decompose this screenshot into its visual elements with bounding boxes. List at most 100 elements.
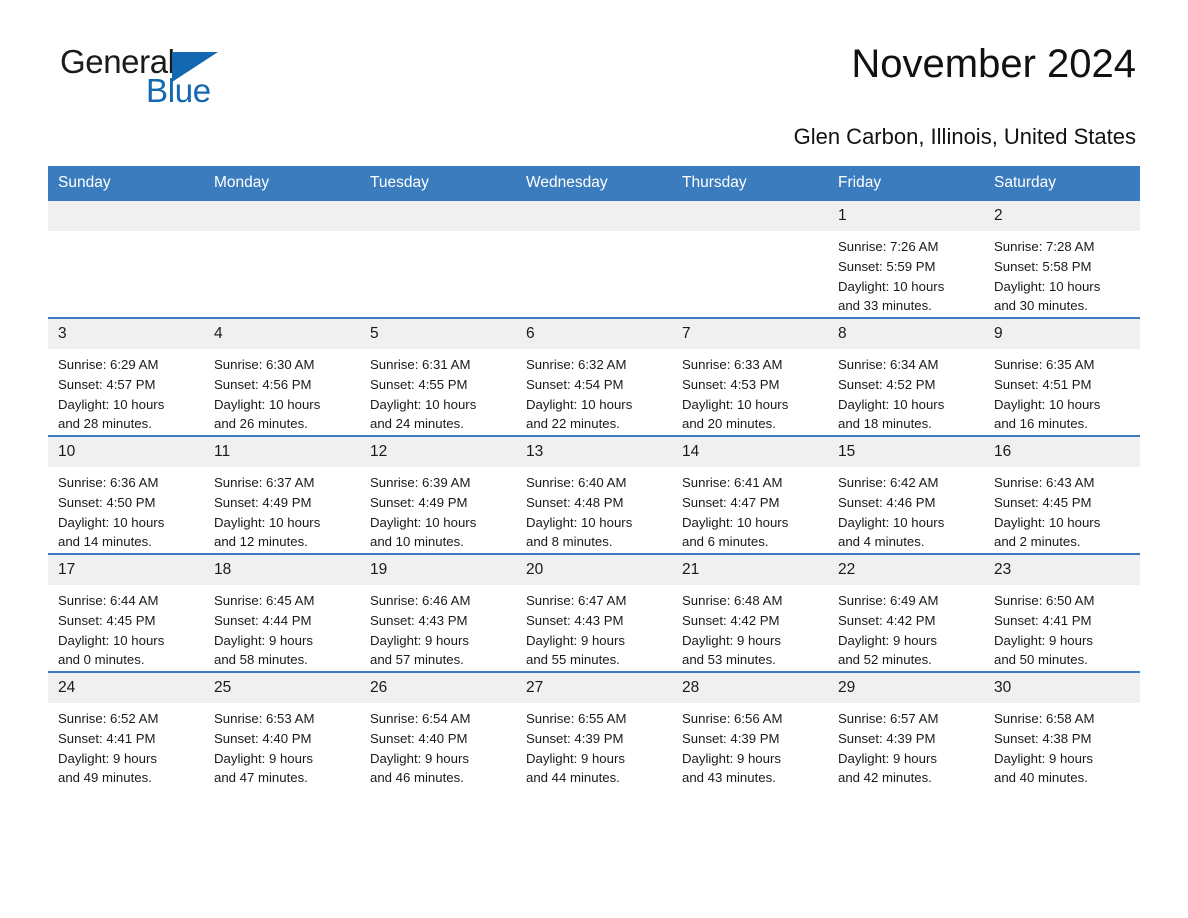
sunset-text: Sunset: 5:58 PM [994,258,1092,274]
day-number: 25 [204,673,360,703]
daylight-text-line2: and 47 minutes. [214,770,308,786]
calendar-day-cell[interactable]: 21 Sunrise: 6:48 AM Sunset: 4:42 PM Dayligh… [672,553,828,672]
calendar-week-row: 3 Sunrise: 6:29 AM Sunset: 4:57 PM Daylight… [48,317,1140,436]
day-number: 17 [48,555,204,585]
daylight-text-line1: Daylight: 10 hours [58,632,165,648]
day-details: Sunrise: 6:58 AM Sunset: 4:38 PM Daylight:… [984,703,1140,788]
sunrise-text: Sunrise: 6:33 AM [682,357,783,372]
calendar-day-cell[interactable]: 30 Sunrise: 6:58 AM Sunset: 4:38 PM Dayligh… [984,671,1140,789]
calendar-day-cell[interactable]: 17 Sunrise: 6:44 AM Sunset: 4:45 PM Dayligh… [48,553,204,672]
day-details: Sunrise: 6:49 AM Sunset: 4:42 PM Daylight:… [828,585,984,670]
weekday-header-thursday: Thursday [672,166,828,201]
daylight-text-line2: and 33 minutes. [838,298,932,314]
day-details: Sunrise: 6:46 AM Sunset: 4:43 PM Daylight:… [360,585,516,670]
sunrise-text: Sunrise: 6:55 AM [526,711,627,726]
sunrise-text: Sunrise: 6:44 AM [58,593,159,608]
sunset-text: Sunset: 4:53 PM [682,376,780,392]
day-number [48,201,204,231]
daylight-text-line1: Daylight: 9 hours [58,750,157,766]
sunset-text: Sunset: 4:55 PM [370,376,468,392]
general-blue-logo[interactable]: General Blue [60,42,330,114]
calendar-week-row: 24 Sunrise: 6:52 AM Sunset: 4:41 PM Dayligh… [48,671,1140,789]
day-details: Sunrise: 6:35 AM Sunset: 4:51 PM Daylight:… [984,349,1140,434]
day-number: 14 [672,437,828,467]
day-number: 26 [360,673,516,703]
calendar-day-cell[interactable]: 16 Sunrise: 6:43 AM Sunset: 4:45 PM Dayligh… [984,435,1140,554]
daylight-text-line1: Daylight: 9 hours [214,632,313,648]
daylight-text-line1: Daylight: 9 hours [994,632,1093,648]
daylight-text-line1: Daylight: 9 hours [838,632,937,648]
day-number [360,201,516,231]
calendar-day-cell[interactable]: 7 Sunrise: 6:33 AM Sunset: 4:53 PM Daylight… [672,317,828,436]
sunrise-text: Sunrise: 6:52 AM [58,711,159,726]
day-details: Sunrise: 6:33 AM Sunset: 4:53 PM Daylight:… [672,349,828,434]
sunset-text: Sunset: 4:40 PM [214,730,312,746]
daylight-text-line1: Daylight: 9 hours [526,750,625,766]
daylight-text-line1: Daylight: 10 hours [214,396,321,412]
calendar-day-cell[interactable]: 9 Sunrise: 6:35 AM Sunset: 4:51 PM Daylight… [984,317,1140,436]
sunrise-text: Sunrise: 6:43 AM [994,475,1095,490]
sunrise-text: Sunrise: 7:28 AM [994,239,1095,254]
sunset-text: Sunset: 4:51 PM [994,376,1092,392]
day-number: 21 [672,555,828,585]
calendar-day-cell[interactable]: 5 Sunrise: 6:31 AM Sunset: 4:55 PM Daylight… [360,317,516,436]
calendar-day-cell[interactable]: 19 Sunrise: 6:46 AM Sunset: 4:43 PM Dayligh… [360,553,516,672]
calendar-day-cell[interactable]: 15 Sunrise: 6:42 AM Sunset: 4:46 PM Dayligh… [828,435,984,554]
calendar-day-cell[interactable]: 1 Sunrise: 7:26 AM Sunset: 5:59 PM Daylight… [828,201,984,318]
calendar-day-cell[interactable]: 18 Sunrise: 6:45 AM Sunset: 4:44 PM Dayligh… [204,553,360,672]
sunset-text: Sunset: 4:48 PM [526,494,624,510]
sunset-text: Sunset: 4:39 PM [526,730,624,746]
calendar-day-cell[interactable]: 20 Sunrise: 6:47 AM Sunset: 4:43 PM Dayligh… [516,553,672,672]
day-number: 19 [360,555,516,585]
daylight-text-line2: and 10 minutes. [370,534,464,550]
calendar-day-cell[interactable]: 12 Sunrise: 6:39 AM Sunset: 4:49 PM Dayligh… [360,435,516,554]
day-number: 3 [48,319,204,349]
sunset-text: Sunset: 4:54 PM [526,376,624,392]
calendar-day-cell[interactable]: 26 Sunrise: 6:54 AM Sunset: 4:40 PM Dayligh… [360,671,516,789]
daylight-text-line2: and 24 minutes. [370,416,464,432]
daylight-text-line1: Daylight: 9 hours [214,750,313,766]
daylight-text-line2: and 2 minutes. [994,534,1081,550]
sunset-text: Sunset: 4:57 PM [58,376,156,392]
daylight-text-line2: and 4 minutes. [838,534,925,550]
sunrise-text: Sunrise: 6:54 AM [370,711,471,726]
sunset-text: Sunset: 4:45 PM [994,494,1092,510]
daylight-text-line2: and 52 minutes. [838,652,932,668]
calendar-day-cell[interactable]: 23 Sunrise: 6:50 AM Sunset: 4:41 PM Dayligh… [984,553,1140,672]
calendar-day-cell[interactable]: 25 Sunrise: 6:53 AM Sunset: 4:40 PM Dayligh… [204,671,360,789]
calendar-day-cell[interactable]: 24 Sunrise: 6:52 AM Sunset: 4:41 PM Dayligh… [48,671,204,789]
sunset-text: Sunset: 4:52 PM [838,376,936,392]
calendar-day-cell[interactable]: 28 Sunrise: 6:56 AM Sunset: 4:39 PM Dayligh… [672,671,828,789]
calendar-day-cell[interactable]: 4 Sunrise: 6:30 AM Sunset: 4:56 PM Daylight… [204,317,360,436]
calendar-day-cell[interactable]: 29 Sunrise: 6:57 AM Sunset: 4:39 PM Dayligh… [828,671,984,789]
daylight-text-line1: Daylight: 10 hours [58,514,165,530]
calendar-day-cell[interactable]: 2 Sunrise: 7:28 AM Sunset: 5:58 PM Daylight… [984,201,1140,318]
day-number: 22 [828,555,984,585]
daylight-text-line1: Daylight: 9 hours [370,632,469,648]
daylight-text-line2: and 55 minutes. [526,652,620,668]
calendar-day-cell[interactable]: 8 Sunrise: 6:34 AM Sunset: 4:52 PM Daylight… [828,317,984,436]
day-number: 4 [204,319,360,349]
calendar-day-cell[interactable]: 22 Sunrise: 6:49 AM Sunset: 4:42 PM Dayligh… [828,553,984,672]
calendar-day-cell[interactable]: 3 Sunrise: 6:29 AM Sunset: 4:57 PM Daylight… [48,317,204,436]
day-number: 27 [516,673,672,703]
calendar-day-cell[interactable]: 10 Sunrise: 6:36 AM Sunset: 4:50 PM Dayligh… [48,435,204,554]
day-number: 24 [48,673,204,703]
sunrise-text: Sunrise: 6:31 AM [370,357,471,372]
calendar-cell-empty [48,201,204,318]
daylight-text-line1: Daylight: 10 hours [214,514,321,530]
calendar-day-cell[interactable]: 27 Sunrise: 6:55 AM Sunset: 4:39 PM Dayligh… [516,671,672,789]
calendar-day-cell[interactable]: 11 Sunrise: 6:37 AM Sunset: 4:49 PM Dayligh… [204,435,360,554]
day-number: 7 [672,319,828,349]
day-details: Sunrise: 6:45 AM Sunset: 4:44 PM Daylight:… [204,585,360,670]
sunset-text: Sunset: 4:42 PM [682,612,780,628]
calendar-day-cell[interactable]: 6 Sunrise: 6:32 AM Sunset: 4:54 PM Daylight… [516,317,672,436]
sunset-text: Sunset: 4:42 PM [838,612,936,628]
day-details: Sunrise: 6:31 AM Sunset: 4:55 PM Daylight:… [360,349,516,434]
calendar-day-cell[interactable]: 14 Sunrise: 6:41 AM Sunset: 4:47 PM Dayligh… [672,435,828,554]
day-details: Sunrise: 6:53 AM Sunset: 4:40 PM Daylight:… [204,703,360,788]
day-number: 11 [204,437,360,467]
daylight-text-line2: and 44 minutes. [526,770,620,786]
calendar-day-cell[interactable]: 13 Sunrise: 6:40 AM Sunset: 4:48 PM Dayligh… [516,435,672,554]
daylight-text-line1: Daylight: 9 hours [370,750,469,766]
